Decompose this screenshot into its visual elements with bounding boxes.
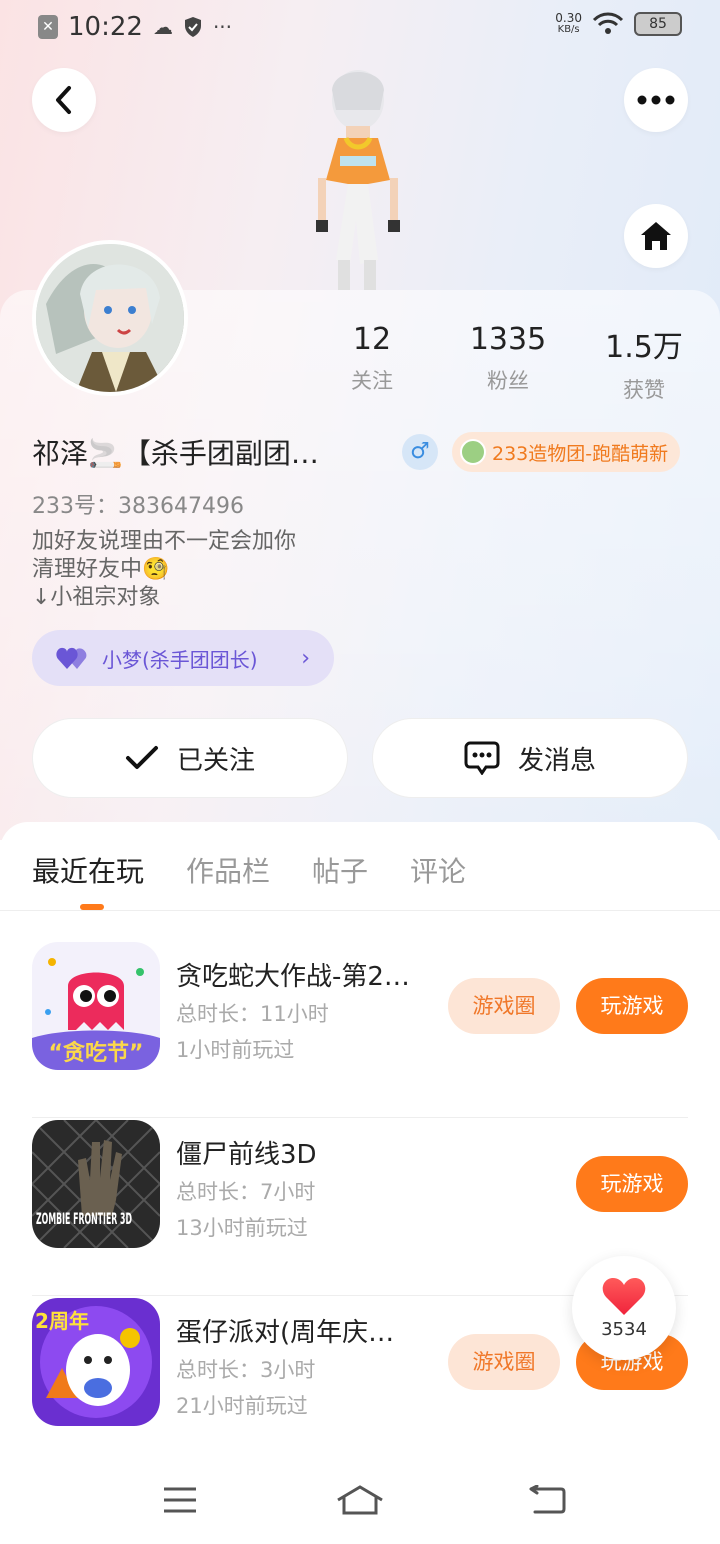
stat-likes-value: 1.5万 (605, 330, 683, 365)
more-status-icon: ··· (212, 15, 233, 39)
name-row: 祁泽🚬【杀手团副团… ♂ 233造物团-跑酷萌新 (32, 432, 692, 472)
game-last-played: 13小时前玩过 (176, 1216, 308, 1240)
check-icon (125, 746, 158, 769)
stat-following[interactable]: 12 关注 (302, 322, 442, 395)
stat-likes[interactable]: 1.5万 获赞 (574, 322, 714, 404)
stat-fans-value: 1335 (469, 322, 547, 357)
couple-heart-icon (56, 647, 87, 669)
game-title: 贪吃蛇大作战-第2… (176, 962, 410, 992)
row-divider (32, 1117, 688, 1118)
home-outline-icon (337, 1485, 383, 1515)
bio-line: 清理好友中🧐 (32, 557, 170, 582)
wifi-icon (592, 12, 624, 34)
game-duration: 总时长：7小时 (176, 1180, 316, 1204)
status-time: 10:22 (68, 12, 143, 42)
shield-icon (184, 17, 201, 37)
user-avatar[interactable] (32, 240, 188, 396)
game-icon-text: 2周年 (35, 1309, 89, 1333)
menu-nav-button[interactable] (150, 1480, 210, 1520)
user-id: 233号：383647496 (32, 494, 244, 519)
stat-following-label: 关注 (351, 369, 393, 393)
stat-following-value: 12 (352, 322, 392, 357)
group-tag-chip[interactable]: 233造物团-跑酷萌新 (452, 432, 681, 472)
back-nav-button[interactable] (518, 1480, 578, 1520)
group-tag-label: 233造物团-跑酷萌新 (492, 442, 669, 465)
avatar-image (36, 244, 184, 392)
tab-works[interactable]: 作品栏 (186, 850, 270, 890)
net-speed-unit: KB/s (557, 24, 580, 35)
game-last-played: 1小时前玩过 (176, 1038, 295, 1062)
game-icon-text: ZOMBIE FRONTIER 3D (36, 1209, 132, 1228)
followed-button[interactable]: 已关注 (32, 718, 348, 798)
like-count: 3534 (601, 1318, 647, 1340)
game-duration: 总时长：3小时 (176, 1358, 316, 1382)
game-title: 僵尸前线3D (176, 1140, 317, 1170)
bio-line: ↓小祖宗对象 (32, 585, 161, 610)
home-nav-button[interactable] (330, 1480, 390, 1520)
tab-recently-played[interactable]: 最近在玩 (32, 850, 144, 890)
play-game-button[interactable]: 玩游戏 (576, 978, 688, 1034)
back-button[interactable] (32, 68, 96, 132)
cloud-icon: ☁ (152, 15, 173, 39)
character-avatar-image (316, 70, 400, 290)
play-game-button[interactable]: 玩游戏 (576, 1156, 688, 1212)
notification-icon: ✕ (38, 15, 58, 39)
relation-label: 小梦(杀手团团长) (102, 647, 258, 672)
gender-male-icon: ♂ (402, 434, 438, 470)
followed-label: 已关注 (176, 745, 255, 776)
game-icon-text: “贪吃节” (49, 1040, 144, 1066)
stat-likes-label: 获赞 (623, 378, 665, 402)
net-speed: 0.30 KB/s (555, 12, 582, 36)
like-floating-button[interactable]: 3534 (572, 1256, 676, 1360)
content-panel: 最近在玩 作品栏 帖子 评论 “贪吃节” 贪吃蛇大作战-第2… 总时长：11小时… (0, 822, 720, 1544)
game-icon-eggy-party: 2周年 (32, 1298, 160, 1426)
relation-chip[interactable]: 小梦(杀手团团长) › (32, 630, 334, 686)
chat-bubble-icon (464, 741, 500, 775)
game-list-item[interactable]: “贪吃节” 贪吃蛇大作战-第2… 总时长：11小时 1小时前玩过 游戏圈 玩游戏 (32, 942, 688, 1118)
user-nickname: 祁泽🚬【杀手团副团… (32, 437, 319, 470)
game-icon-zombie: ZOMBIE FRONTIER 3D (32, 1120, 160, 1248)
game-circle-button[interactable]: 游戏圈 (448, 978, 560, 1034)
tab-posts[interactable]: 帖子 (312, 850, 368, 890)
menu-icon (164, 1487, 196, 1513)
game-last-played: 21小时前玩过 (176, 1394, 308, 1418)
house-icon (641, 222, 671, 250)
group-tag-icon (460, 439, 486, 465)
back-arrow-icon (56, 86, 71, 114)
game-circle-button[interactable]: 游戏圈 (448, 1334, 560, 1390)
system-nav-bar (0, 1464, 720, 1544)
game-duration: 总时长：11小时 (176, 1002, 329, 1026)
game-icon-snake: “贪吃节” (32, 942, 160, 1070)
bio-line: 加好友说理由不一定会加你 (32, 529, 297, 554)
chevron-right-icon: › (301, 645, 310, 671)
home-button[interactable] (624, 204, 688, 268)
heart-icon (602, 1277, 646, 1315)
user-bio: 加好友说理由不一定会加你 清理好友中🧐 ↓小祖宗对象 (32, 528, 296, 612)
stat-fans-label: 粉丝 (487, 369, 529, 393)
status-bar: ✕ 10:22 ☁ ··· 0.30 KB/s 85 (0, 0, 720, 58)
profile-tabs: 最近在玩 作品栏 帖子 评论 (32, 850, 466, 890)
stat-fans[interactable]: 1335 粉丝 (438, 322, 578, 395)
return-icon (529, 1485, 566, 1514)
tab-comments[interactable]: 评论 (410, 850, 466, 890)
more-dots-icon (637, 95, 675, 105)
tab-divider (0, 910, 720, 911)
game-title: 蛋仔派对(周年庆… (176, 1318, 395, 1348)
more-options-button[interactable] (624, 68, 688, 132)
battery-icon: 85 (634, 12, 682, 36)
net-speed-value: 0.30 (555, 11, 582, 25)
send-message-label: 发消息 (517, 745, 596, 776)
send-message-button[interactable]: 发消息 (372, 718, 688, 798)
